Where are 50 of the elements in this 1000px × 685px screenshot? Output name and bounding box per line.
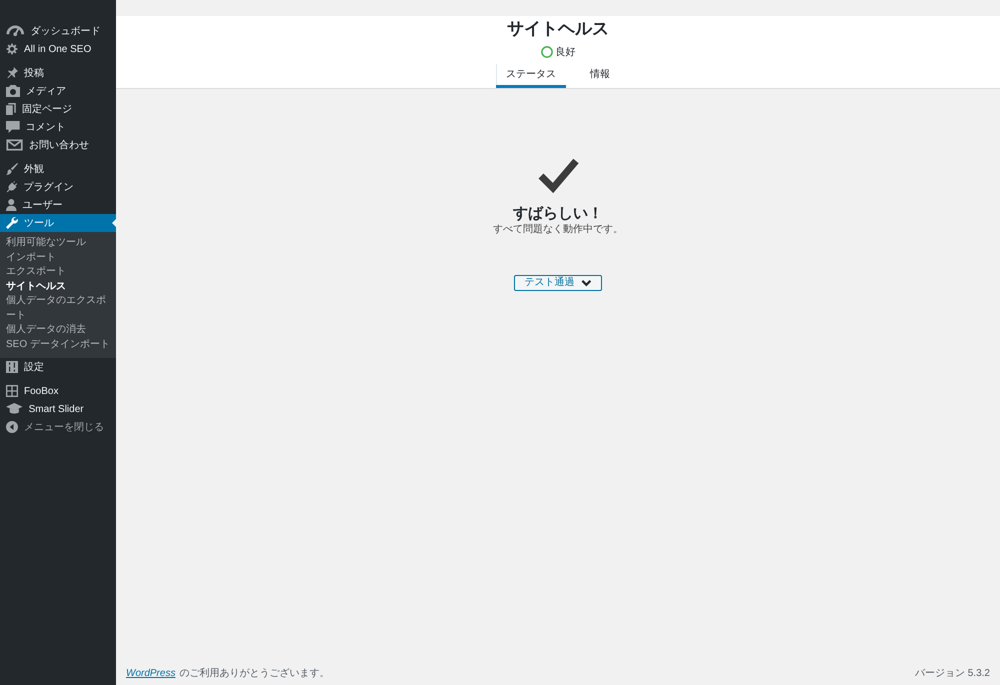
menu-item[interactable]: ダッシュボード [0,22,116,40]
result-heading: すばらしい！ [513,205,603,223]
submenu-item[interactable]: エクスポート [0,265,116,280]
menu-item[interactable]: All in One SEO [0,40,116,58]
tab[interactable]: 情報 [580,64,620,88]
mortarboard-icon [6,403,23,415]
menu-item[interactable]: プラグイン [0,178,116,196]
camera-icon [6,85,20,97]
paintbrush-icon [6,163,18,175]
footer-thanks-text: WordPress のご利用ありがとうございます。 [126,667,330,681]
menu-item[interactable]: ツール [0,214,116,232]
pushpin-icon [6,67,18,79]
result-message: すべて問題なく動作中です。 [493,223,623,237]
menu-item[interactable]: FooBox [0,382,116,400]
submenu-item[interactable]: 個人データのエクスポート [0,294,116,323]
speech-bubble-icon [6,121,20,133]
wrench-icon [6,217,18,229]
submenu-item[interactable]: SEO データインポート [0,338,116,352]
version-text: バージョン 5.3.2 [914,667,990,681]
submenu-item[interactable]: インポート [0,250,116,265]
wordpress-link[interactable]: WordPress [126,668,176,679]
menu-item[interactable]: コメント [0,118,116,136]
progress-ring [540,46,552,58]
gauge-icon [6,25,24,37]
menu-item[interactable]: 外観 [0,160,116,178]
submenu-item[interactable]: 個人データの消去 [0,323,116,338]
document-stack-icon [6,103,16,115]
chevron-down-icon [580,279,592,287]
menu-item[interactable]: お問い合わせ [0,136,116,154]
gear-icon [6,43,18,55]
grid-icon [6,385,18,397]
submenu-item[interactable]: 利用可能なツール [0,236,116,250]
status-label: 良好 [556,46,576,59]
collapse-menu-button[interactable]: メニューを閉じる [0,418,116,436]
submenu-item[interactable]: サイトヘルス [0,280,116,294]
envelope-icon [6,139,24,151]
menu-item[interactable]: メディア [0,82,116,100]
checkmark-icon [538,157,578,193]
menu-item[interactable]: 設定 [0,358,116,376]
circle-left-arrow-icon [6,421,18,433]
passed-tests-button[interactable]: テスト通過 [514,275,602,291]
page-title: サイトヘルス [507,18,609,40]
menu-item[interactable]: ユーザー [0,196,116,214]
plug-icon [6,181,18,193]
menu-item[interactable]: Smart Slider [0,400,116,418]
person-icon [6,199,16,211]
menu-item[interactable]: 固定ページ [0,100,116,118]
menu-item[interactable]: 投稿 [0,64,116,82]
tab[interactable]: ステータス [496,64,566,88]
sliders-icon [6,361,18,373]
